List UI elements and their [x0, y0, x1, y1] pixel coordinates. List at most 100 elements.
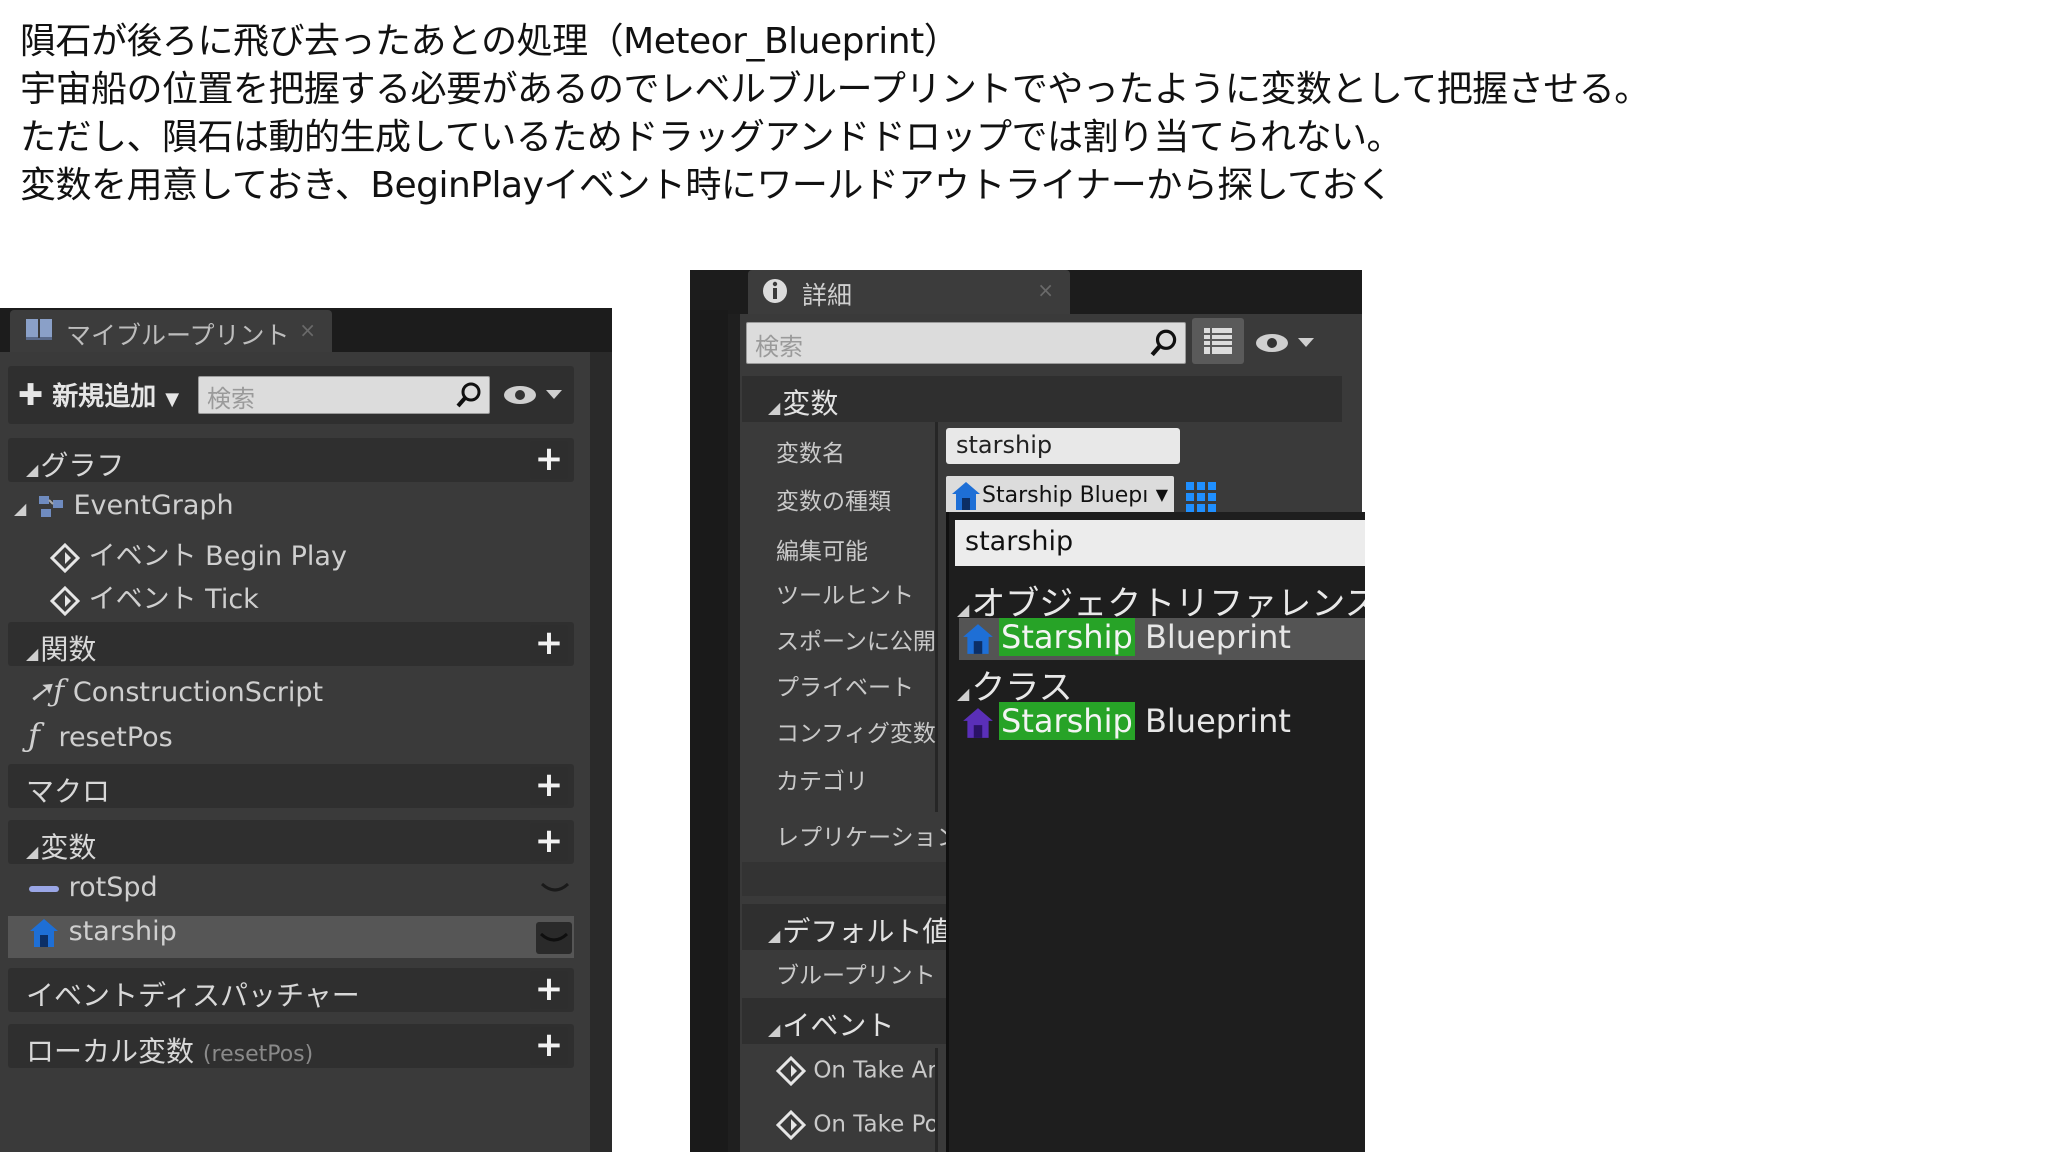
event-graph-label: EventGraph	[73, 490, 234, 521]
intro-line-3: ただし、隕石は動的生成しているためドラッグアンドドロップでは割り当てられない。	[20, 117, 1402, 158]
type-picker-search-input[interactable]: starship	[955, 520, 1365, 566]
details-tab[interactable]: 詳細 ×	[748, 270, 1070, 314]
variable-type-dropdown[interactable]: Starship Bluepı ▼	[946, 476, 1174, 516]
class-reference-icon	[961, 706, 995, 740]
result-label: Starship Blueprint	[999, 702, 1291, 740]
event-on-take-any-label: On Take Ar	[813, 1057, 937, 1084]
close-icon[interactable]: ×	[1037, 278, 1054, 302]
prop-replication-label: レプリケーション	[776, 825, 960, 851]
prop-private-label: プライベート	[776, 675, 914, 701]
variable-type-value: Starship Bluepı	[982, 483, 1149, 508]
section-local-vars-label: ローカル変数 (resetPos)	[26, 1035, 314, 1068]
result-match-text: Starship	[999, 618, 1135, 656]
variable-name-value: starship	[956, 431, 1053, 459]
eye-closed-icon[interactable]	[540, 880, 570, 896]
tree-item-construction-script[interactable]: ➚ƒ ConstructionScript	[28, 674, 323, 709]
eye-visibility-button[interactable]	[502, 380, 570, 410]
container-type-icon[interactable]	[1184, 480, 1218, 514]
intro-text: 隕石が後ろに飛び去ったあとの処理（Meteor_Blueprint） 宇宙船の位…	[20, 18, 2020, 210]
my-blueprint-panel: マイブループリント × ✚ 新規追加 ▼ 検索 ◢グラフ + ◢ EventGr…	[0, 308, 612, 1152]
construction-script-label: ConstructionScript	[72, 677, 324, 708]
prop-category-label: カテゴリ	[776, 769, 868, 795]
details-section-default-label: ◢デフォルト値	[768, 915, 951, 948]
add-local-variable-button[interactable]: +	[530, 1027, 568, 1065]
my-blueprint-tabbar: マイブループリント ×	[0, 308, 612, 352]
section-local-variables[interactable]: ローカル変数 (resetPos) +	[8, 1024, 574, 1068]
construction-function-icon: ➚ƒ	[28, 674, 65, 709]
details-section-variable[interactable]: ◢変数	[742, 376, 1342, 422]
section-functions-label: ◢関数	[26, 633, 97, 666]
event-diamond-icon	[776, 1110, 806, 1140]
add-new-button[interactable]: ✚ 新規追加 ▼	[18, 376, 179, 413]
rotspd-label: rotSpd	[68, 872, 158, 903]
prop-editable-label: 編集可能	[776, 539, 868, 565]
property-divider[interactable]	[935, 422, 938, 812]
result-class-starship[interactable]: Starship Blueprint	[959, 702, 1365, 744]
starship-label: starship	[68, 916, 177, 947]
prop-tooltip-label: ツールヒント	[776, 583, 914, 609]
section-event-dispatchers[interactable]: イベントディスパッチャー +	[8, 968, 574, 1012]
my-blueprint-tab[interactable]: マイブループリント ×	[10, 310, 332, 352]
begin-play-label: イベント Begin Play	[88, 541, 347, 572]
section-functions[interactable]: ◢関数 +	[8, 622, 574, 666]
intro-line-2: 宇宙船の位置を把握する必要があるのでレベルブループリントでやったように変数として…	[20, 69, 1650, 110]
function-icon: ƒ	[28, 716, 40, 754]
result-rest-text: Blueprint	[1144, 618, 1291, 656]
add-graph-button[interactable]: +	[530, 441, 568, 479]
tick-label: イベント Tick	[88, 584, 259, 615]
book-icon	[24, 316, 54, 342]
intro-line-1: 隕石が後ろに飛び去ったあとの処理（Meteor_Blueprint）	[20, 21, 960, 62]
resetpos-label: resetPos	[58, 722, 173, 753]
section-graph[interactable]: ◢グラフ +	[8, 438, 574, 482]
event-on-take-point-label: On Take Po	[813, 1111, 939, 1138]
event-item-on-take-any[interactable]: On Take Ar	[776, 1056, 937, 1086]
tree-item-tick[interactable]: イベント Tick	[50, 577, 259, 616]
eye-closed-icon[interactable]	[536, 922, 572, 954]
search-placeholder: 検索	[207, 385, 255, 413]
tree-item-begin-play[interactable]: イベント Begin Play	[50, 534, 347, 573]
event-divider	[935, 1048, 938, 1152]
tree-item-rotspd[interactable]: rotSpd	[28, 872, 158, 903]
plus-icon: ✚	[18, 378, 44, 413]
my-blueprint-tab-label: マイブループリント	[66, 321, 290, 350]
tree-item-starship[interactable]: starship	[28, 916, 177, 949]
my-blueprint-body: ✚ 新規追加 ▼ 検索 ◢グラフ + ◢ EventGraph イベント Beg…	[0, 352, 590, 1152]
details-section-variable-label: ◢変数	[768, 387, 839, 420]
variable-name-field[interactable]: starship	[946, 428, 1180, 464]
event-diamond-icon	[50, 542, 80, 573]
my-blueprint-search-input[interactable]: 検索	[198, 376, 490, 414]
property-matrix-button[interactable]	[1192, 318, 1244, 364]
my-blueprint-scrollbar[interactable]	[590, 352, 612, 1152]
info-icon	[760, 276, 790, 306]
eye-visibility-button[interactable]	[1254, 328, 1322, 358]
search-icon	[1149, 327, 1181, 359]
graph-editor-edge	[690, 310, 728, 1152]
type-picker-popup: starship ◢オブジェクトリファレンス Starship Blueprin…	[946, 512, 1365, 1152]
add-macro-button[interactable]: +	[530, 767, 568, 805]
section-macros[interactable]: マクロ +	[8, 764, 574, 808]
chevron-down-icon: ▼	[165, 389, 180, 410]
section-graph-label: ◢グラフ	[26, 449, 125, 482]
result-object-reference-starship[interactable]: Starship Blueprint	[959, 618, 1365, 660]
add-dispatcher-button[interactable]: +	[530, 971, 568, 1009]
details-search-input[interactable]: 検索	[746, 322, 1186, 364]
event-item-on-take-point[interactable]: On Take Po	[776, 1110, 939, 1140]
section-macros-label: マクロ	[26, 775, 111, 808]
actor-reference-icon	[28, 917, 60, 949]
add-variable-button[interactable]: +	[530, 823, 568, 861]
event-graph-icon	[37, 494, 65, 520]
event-diamond-icon	[50, 585, 80, 616]
section-dispatchers-label: イベントディスパッチャー	[26, 979, 360, 1012]
add-function-button[interactable]: +	[530, 625, 568, 663]
result-match-text: Starship	[999, 702, 1135, 740]
tree-item-eventgraph[interactable]: ◢ EventGraph	[14, 490, 234, 521]
prop-expose-spawn-label: スポーンに公開	[776, 629, 936, 655]
my-blueprint-toolbar: ✚ 新規追加 ▼ 検索	[8, 366, 574, 424]
details-section-events-label: ◢イベント	[768, 1009, 895, 1042]
prop-variable-name-label: 変数名	[776, 441, 845, 467]
section-variables[interactable]: ◢変数 +	[8, 820, 574, 864]
tree-item-resetpos[interactable]: ƒ resetPos	[28, 716, 173, 754]
prop-default-blueprint-label: ブループリント	[776, 963, 936, 989]
close-icon[interactable]: ×	[299, 318, 316, 342]
local-vars-scope: (resetPos)	[202, 1042, 314, 1067]
